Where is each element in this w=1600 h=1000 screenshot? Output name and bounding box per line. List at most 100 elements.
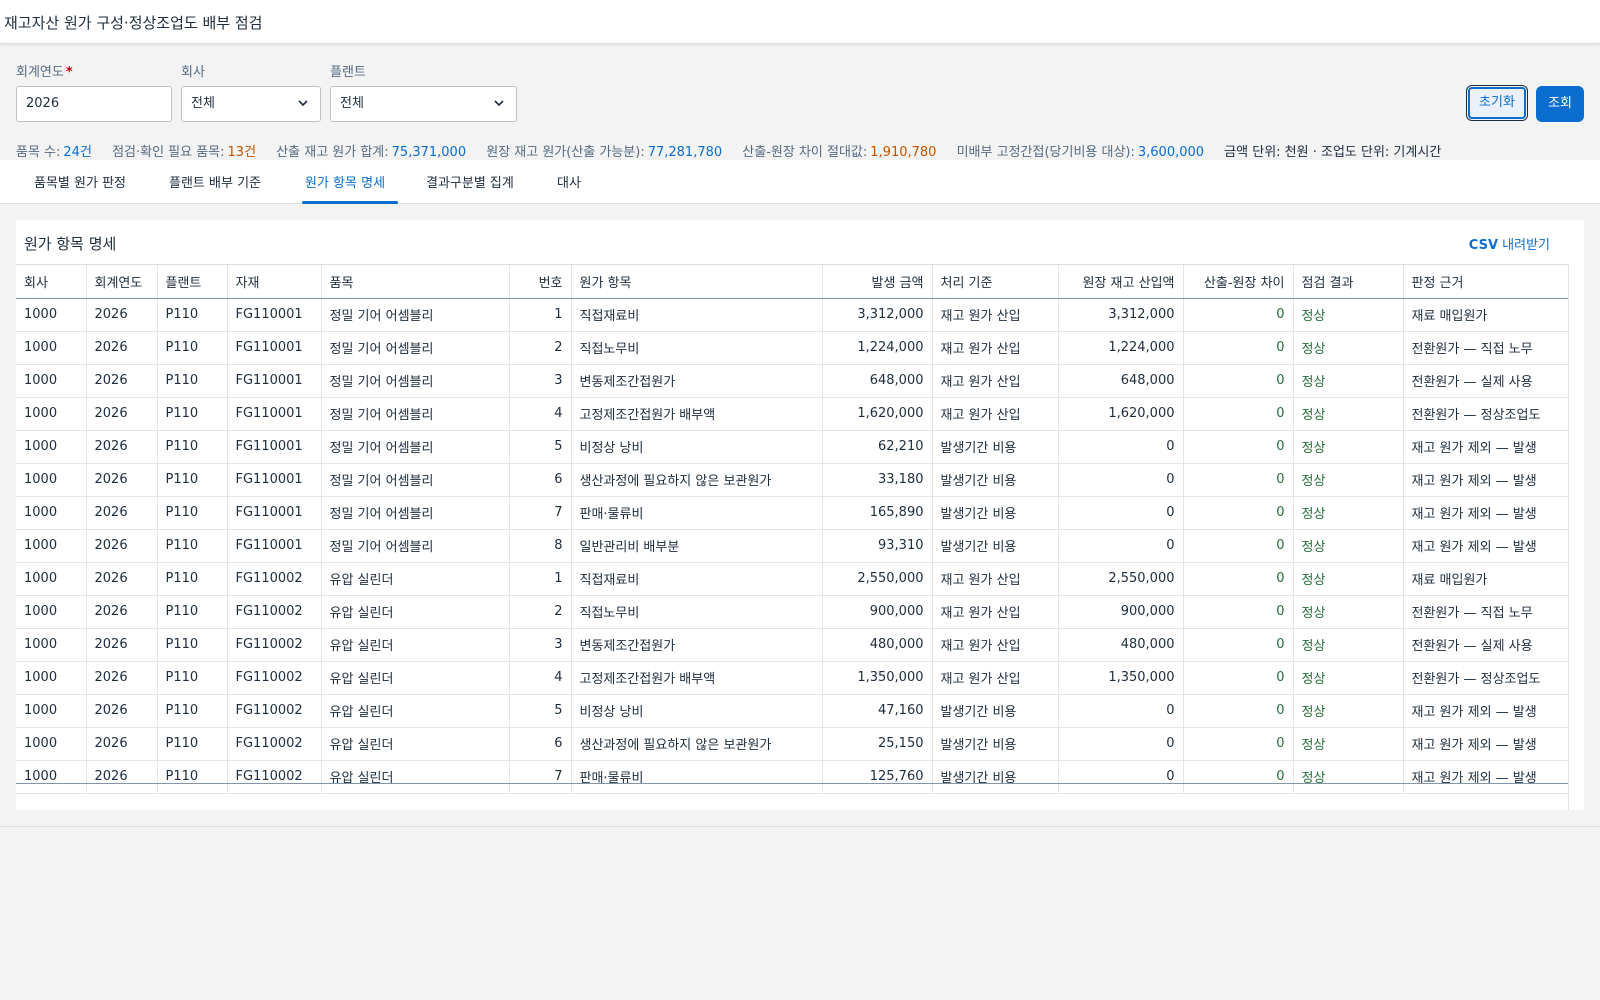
cell-material: FG110001 [227,331,322,365]
col-header-item-name[interactable]: 품목 [321,265,510,299]
cell-amount: 47,160 [822,694,933,728]
cell-check-result: 정상 [1293,628,1404,662]
cell-company: 1000 [16,430,87,464]
table-row[interactable]: 1000 2026 P110 FG110001 정밀 기어 어셈블리 7 판매·물류비 165… [16,496,1568,530]
col-header-amount[interactable]: 발생 금액 [822,265,933,299]
cell-item-name: 유압 실린더 [321,760,510,794]
cell-cost-element: 생산과정에 필요하지 않은 보관원가 [571,727,823,761]
csv-link-text: 내려받기 [1498,238,1550,253]
table-row[interactable]: 1000 2026 P110 FG110002 유압 실린더 4 고정제조간접원가 배부액 1… [16,661,1568,695]
check-needed-value: 13건 [227,145,257,160]
cell-ledger-amount: 0 [1058,430,1184,464]
col-header-cost-element[interactable]: 원가 항목 [571,265,823,299]
search-button[interactable]: 조회 [1536,86,1584,122]
calc-total-label: 산출 재고 원가 합계: [276,145,389,160]
cell-check-result: 정상 [1293,727,1404,761]
cell-seq: 2 [509,331,572,365]
cell-ledger-amount: 1,620,000 [1058,397,1184,431]
cell-seq: 2 [509,595,572,629]
cell-treatment: 발생기간 비용 [932,727,1059,761]
cell-seq: 6 [509,727,572,761]
cell-cost-element: 비정상 낭비 [571,430,823,464]
tab-result-summary[interactable]: 결과구분별 집계 [426,172,514,191]
cell-basis: 재고 원가 제외 — 발생 [1403,496,1568,530]
table-body: 1000 2026 P110 FG110001 정밀 기어 어셈블리 1 직접재료비 3,31… [16,298,1568,794]
tab-plant-allocation[interactable]: 플랜트 배부 기준 [169,172,261,191]
cell-item-name: 정밀 기어 어셈블리 [321,331,510,365]
col-header-company[interactable]: 회사 [16,265,87,299]
table-row[interactable]: 1000 2026 P110 FG110002 유압 실린더 2 직접노무비 900,000 재… [16,595,1568,629]
unit-note: 금액 단위: 천원 · 조업도 단위: 기계시간 [1224,145,1442,160]
cell-check-result: 정상 [1293,562,1404,596]
col-header-material[interactable]: 자재 [227,265,322,299]
cell-plant: P110 [157,595,228,629]
table-row[interactable]: 1000 2026 P110 FG110001 정밀 기어 어셈블리 2 직접노무비 1,22… [16,331,1568,365]
col-header-treatment[interactable]: 처리 기준 [932,265,1059,299]
col-header-basis[interactable]: 판정 근거 [1403,265,1568,299]
table-row[interactable]: 1000 2026 P110 FG110002 유압 실린더 5 비정상 낭비 47,160 발… [16,694,1568,728]
cell-diff: 0 [1183,331,1294,365]
fiscal-year-input[interactable]: 2026 [16,86,172,122]
cell-fiscal-year: 2026 [86,430,158,464]
table-row[interactable]: 1000 2026 P110 FG110001 정밀 기어 어셈블리 8 일반관리비 배부분… [16,529,1568,563]
cost-item-table-wrap[interactable]: 회사 회계연도 플랜트 자재 품목 번호 원가 항목 발생 금액 처리 기준 원… [16,264,1568,810]
cell-material: FG110001 [227,463,322,497]
unallocated-value: 3,600,000 [1137,145,1205,160]
reset-button[interactable]: 초기화 [1466,85,1528,121]
cell-treatment: 발생기간 비용 [932,463,1059,497]
table-row[interactable]: 1000 2026 P110 FG110002 유압 실린더 7 판매·물류비 125,760… [16,760,1568,794]
plant-select[interactable]: 전체 [330,86,517,122]
table-row[interactable]: 1000 2026 P110 FG110001 정밀 기어 어셈블리 6 생산과정에 필요하… [16,463,1568,497]
col-header-fiscal-year[interactable]: 회계연도 [86,265,158,299]
csv-download-link[interactable]: CSV 내려받기 [1469,234,1550,253]
cell-fiscal-year: 2026 [86,661,158,695]
cell-item-name: 정밀 기어 어셈블리 [321,298,510,332]
cell-item-name: 유압 실린더 [321,694,510,728]
table-row[interactable]: 1000 2026 P110 FG110002 유압 실린더 6 생산과정에 필요하지 않은… [16,727,1568,761]
col-header-plant[interactable]: 플랜트 [157,265,228,299]
cell-material: FG110002 [227,628,322,662]
company-label: 회사 [181,65,205,80]
cell-company: 1000 [16,661,87,695]
table-row[interactable]: 1000 2026 P110 FG110002 유압 실린더 3 변동제조간접원가 480,0… [16,628,1568,662]
col-header-diff[interactable]: 산출-원장 차이 [1183,265,1294,299]
shell-header: 재고자산 원가 구성·정상조업도 배부 점검 [0,0,1600,44]
cell-treatment: 재고 원가 산입 [932,562,1059,596]
tab-bar: 품목별 원가 판정 플랜트 배부 기준 원가 항목 명세 결과구분별 집계 대사 [0,160,1600,204]
table-row[interactable]: 1000 2026 P110 FG110001 정밀 기어 어셈블리 4 고정제조간접원가 … [16,397,1568,431]
col-header-seq[interactable]: 번호 [509,265,572,299]
company-select[interactable]: 전체 [181,86,321,122]
diff-abs-label: 산출-원장 차이 절대값: [742,145,868,160]
cell-fiscal-year: 2026 [86,496,158,530]
cell-cost-element: 판매·물류비 [571,496,823,530]
active-tab-indicator [302,201,398,204]
col-header-check-result[interactable]: 점검 결과 [1293,265,1404,299]
cell-item-name: 유압 실린더 [321,727,510,761]
cell-material: FG110001 [227,364,322,398]
cell-amount: 93,310 [822,529,933,563]
cell-diff: 0 [1183,298,1294,332]
cell-seq: 7 [509,760,572,794]
cell-amount: 648,000 [822,364,933,398]
cell-basis: 전환원가 — 실제 사용 [1403,364,1568,398]
cell-material: FG110002 [227,760,322,794]
cell-material: FG110002 [227,694,322,728]
cell-seq: 5 [509,430,572,464]
table-row[interactable]: 1000 2026 P110 FG110002 유압 실린더 1 직접재료비 2,550,00… [16,562,1568,596]
table-row[interactable]: 1000 2026 P110 FG110001 정밀 기어 어셈블리 3 변동제조간접원가 6… [16,364,1568,398]
col-header-ledger-amount[interactable]: 원장 재고 산입액 [1058,265,1184,299]
tab-reconciliation[interactable]: 대사 [557,172,581,191]
table-row[interactable]: 1000 2026 P110 FG110001 정밀 기어 어셈블리 1 직접재료비 3,31… [16,298,1568,332]
csv-link-bold: CSV [1468,238,1499,253]
tab-cost-item-detail[interactable]: 원가 항목 명세 [305,172,385,191]
vertical-scrollbar[interactable] [1568,264,1584,810]
cell-amount: 1,224,000 [822,331,933,365]
cell-check-result: 정상 [1293,661,1404,695]
cell-material: FG110001 [227,430,322,464]
cell-basis: 재고 원가 제외 — 발생 [1403,463,1568,497]
cell-seq: 7 [509,496,572,530]
cell-item-name: 정밀 기어 어셈블리 [321,463,510,497]
table-row[interactable]: 1000 2026 P110 FG110001 정밀 기어 어셈블리 5 비정상 낭비 62,… [16,430,1568,464]
cell-ledger-amount: 900,000 [1058,595,1184,629]
tab-item-cost-judgement[interactable]: 품목별 원가 판정 [34,172,126,191]
